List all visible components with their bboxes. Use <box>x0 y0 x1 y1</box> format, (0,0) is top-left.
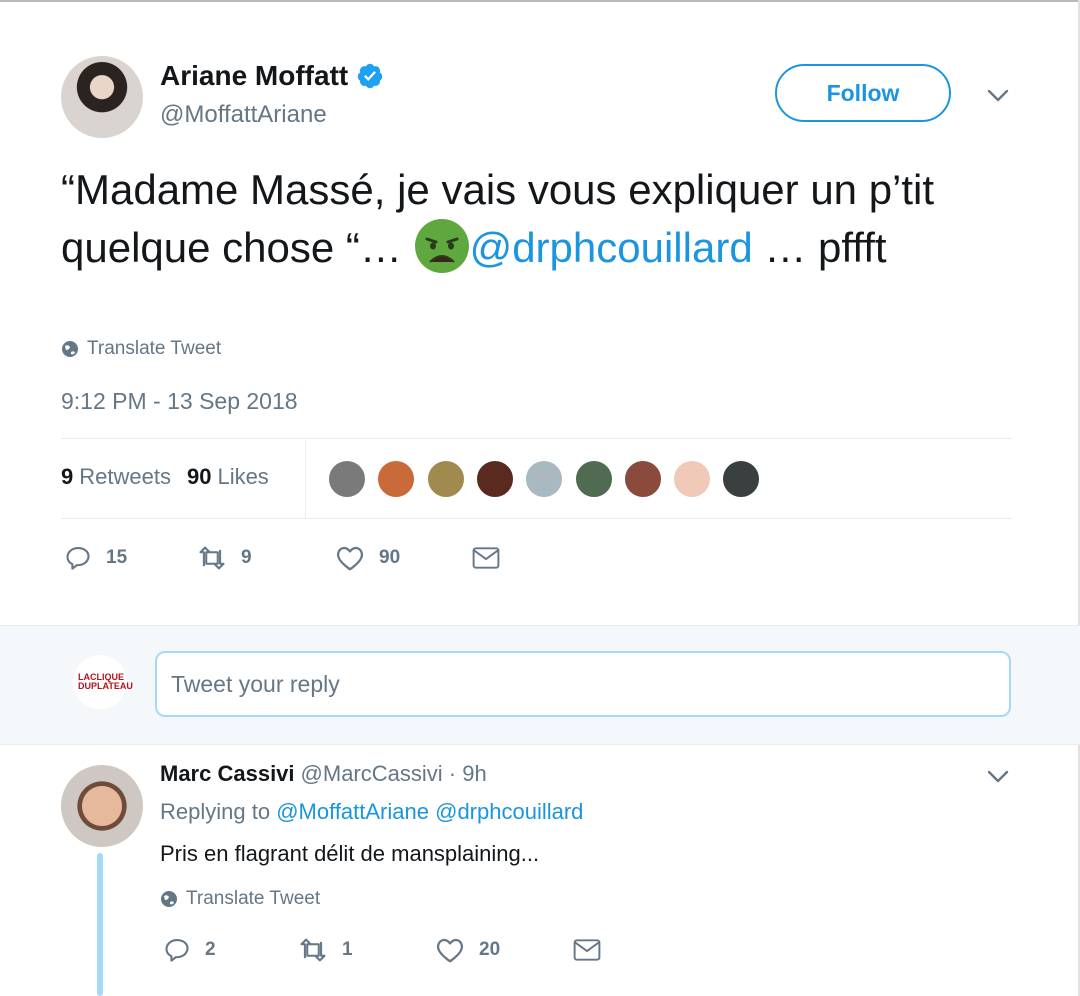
liker-avatar[interactable] <box>425 459 466 499</box>
replying-to-label: Replying to <box>160 799 271 824</box>
dm-action[interactable] <box>472 546 514 570</box>
reply-icon[interactable] <box>163 936 191 964</box>
replying-to: Replying to @MoffattAriane @drphcouillar… <box>160 799 583 825</box>
likes-count[interactable]: 90 <box>187 464 211 489</box>
nauseated-face-icon <box>414 219 469 273</box>
heart-icon[interactable] <box>435 936 465 964</box>
thread-line <box>97 853 103 996</box>
tweet-timestamp[interactable]: 9:12 PM - 13 Sep 2018 <box>61 388 298 415</box>
author-name[interactable]: Ariane Moffatt <box>160 60 384 92</box>
reply-header: Marc Cassivi @MarcCassivi · 9h <box>160 761 487 787</box>
like-count: 90 <box>379 547 401 568</box>
liker-avatar[interactable] <box>622 459 663 499</box>
chevron-down-icon[interactable] <box>987 770 1009 784</box>
liker-avatar[interactable] <box>672 459 713 499</box>
liker-avatar[interactable] <box>474 459 515 499</box>
liker-avatar[interactable] <box>573 459 614 499</box>
retweets-count[interactable]: 9 <box>61 464 73 489</box>
stats-separator <box>305 440 306 518</box>
retweet-action[interactable]: 9 <box>197 544 335 572</box>
chevron-down-icon[interactable] <box>987 89 1009 103</box>
retweet-count: 9 <box>241 547 252 568</box>
divider <box>61 438 1012 439</box>
tweet-actions: 15 9 90 <box>64 544 514 572</box>
reply-text: Pris en flagrant délit de mansplaining..… <box>160 841 540 866</box>
current-user-avatar-text: LACLIQUE DUPLATEAU <box>78 672 133 691</box>
globe-icon <box>161 891 177 907</box>
retweet-count: 1 <box>342 939 353 960</box>
top-border <box>0 0 1080 2</box>
reply-count: 2 <box>205 939 216 960</box>
author-name-text[interactable]: Ariane Moffatt <box>160 60 348 92</box>
retweets-label[interactable]: Retweets <box>79 464 171 489</box>
likes-label[interactable]: Likes <box>217 464 268 489</box>
heart-icon[interactable] <box>335 544 365 572</box>
tweet-text-tail: … pffft <box>752 224 887 271</box>
liker-avatar[interactable] <box>524 459 565 499</box>
replying-to-link[interactable]: @drphcouillard <box>435 799 583 824</box>
retweet-action[interactable]: 1 <box>298 936 435 964</box>
tweet-text: “Madame Massé, je vais vous expliquer un… <box>61 162 1021 276</box>
liker-avatar[interactable] <box>376 459 417 499</box>
like-action[interactable]: 20 <box>435 936 573 964</box>
translate-tweet-link[interactable]: Translate Tweet <box>61 338 221 360</box>
author-handle[interactable]: @MoffattAriane <box>160 101 327 129</box>
reply-author-name[interactable]: Marc Cassivi <box>160 761 295 786</box>
reply-count: 15 <box>106 547 128 568</box>
liker-avatar[interactable] <box>721 459 762 499</box>
translate-tweet-label[interactable]: Translate Tweet <box>87 338 221 360</box>
retweets-stat[interactable]: 9 Retweets <box>61 464 171 490</box>
follow-button[interactable]: Follow <box>775 64 951 122</box>
tweet-mention-link[interactable]: @drphcouillard <box>470 224 753 271</box>
dm-action[interactable] <box>573 938 615 962</box>
author-avatar[interactable] <box>61 56 143 138</box>
reply-author-avatar[interactable] <box>61 765 143 847</box>
reply-author-handle[interactable]: @MarcCassivi <box>301 761 443 786</box>
reply-action[interactable]: 2 <box>163 936 298 964</box>
reply-actions: 2 1 20 <box>163 936 615 964</box>
liker-avatar[interactable] <box>327 459 367 499</box>
verified-icon <box>357 63 383 89</box>
reply-time[interactable]: · 9h <box>449 761 487 786</box>
like-count: 20 <box>479 939 501 960</box>
reply-action[interactable]: 15 <box>64 544 197 572</box>
like-action[interactable]: 90 <box>335 544 472 572</box>
reply-input[interactable] <box>155 651 1011 717</box>
retweet-icon[interactable] <box>298 936 328 964</box>
replying-to-link[interactable]: @MoffattAriane <box>276 799 429 824</box>
retweet-icon[interactable] <box>197 544 227 572</box>
current-user-avatar[interactable]: LACLIQUE DUPLATEAU <box>73 655 133 709</box>
translate-tweet-link[interactable]: Translate Tweet <box>160 888 320 910</box>
tweet-stats: 9 Retweets 90 Likes <box>61 464 285 490</box>
reply-icon[interactable] <box>64 544 92 572</box>
likes-stat[interactable]: 90 Likes <box>187 464 269 490</box>
envelope-icon[interactable] <box>573 938 601 962</box>
envelope-icon[interactable] <box>472 546 500 570</box>
divider <box>61 518 1012 519</box>
globe-icon <box>62 341 78 357</box>
translate-tweet-label[interactable]: Translate Tweet <box>186 888 320 910</box>
